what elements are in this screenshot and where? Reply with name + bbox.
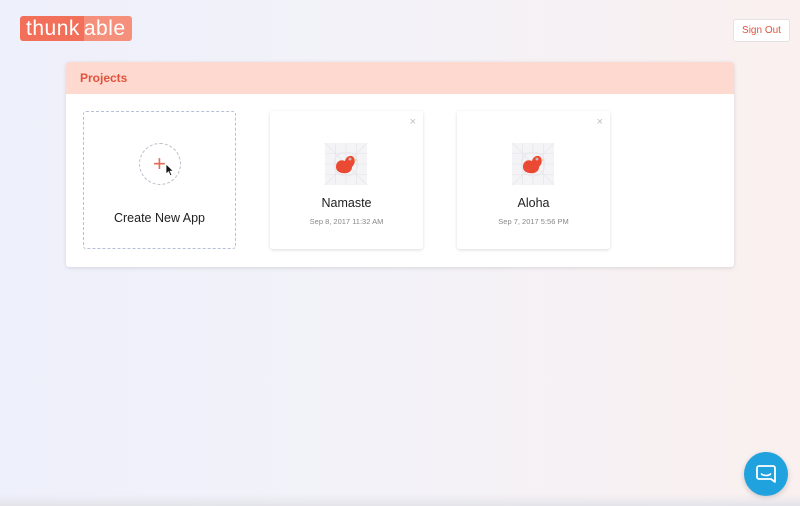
create-new-app-card[interactable]: + Create New App bbox=[83, 111, 236, 249]
app-bird-icon bbox=[512, 143, 554, 185]
close-icon[interactable]: × bbox=[410, 117, 416, 128]
close-icon[interactable]: × bbox=[597, 117, 603, 128]
projects-panel: Projects + Create New App × Namaste Sep … bbox=[66, 62, 734, 267]
chat-launcher-button[interactable] bbox=[744, 452, 788, 496]
sign-out-button[interactable]: Sign Out bbox=[733, 19, 790, 42]
mouse-cursor-icon bbox=[165, 163, 175, 177]
project-card-aloha[interactable]: × Aloha Sep 7, 2017 5:56 PM bbox=[457, 111, 610, 249]
plus-icon: + bbox=[153, 151, 166, 176]
thunkable-logo[interactable]: thunk able bbox=[20, 16, 132, 41]
logo-text-able: able bbox=[83, 16, 132, 41]
project-date: Sep 8, 2017 11:32 AM bbox=[309, 217, 384, 226]
projects-header: Projects bbox=[66, 62, 734, 94]
project-date: Sep 7, 2017 5:56 PM bbox=[498, 217, 569, 226]
project-name: Aloha bbox=[517, 196, 550, 210]
chat-icon bbox=[756, 465, 776, 483]
app-bird-icon bbox=[325, 143, 367, 185]
project-card-namaste[interactable]: × Namaste Sep 8, 2017 11:32 AM bbox=[270, 111, 423, 249]
bottom-edge bbox=[0, 494, 800, 506]
project-name: Namaste bbox=[321, 196, 372, 210]
logo-text-thunk: thunk bbox=[20, 16, 84, 41]
create-new-app-label: Create New App bbox=[113, 211, 206, 225]
